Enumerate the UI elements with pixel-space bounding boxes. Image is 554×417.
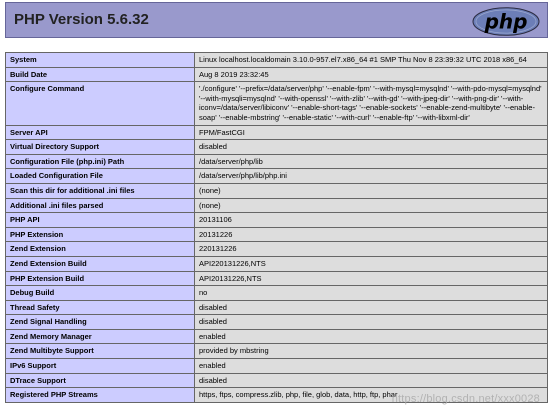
row-value: Aug 8 2019 23:32:45 xyxy=(194,66,548,83)
row-label: PHP Extension Build xyxy=(5,270,195,287)
row-label: Registered PHP Streams xyxy=(5,387,195,403)
row-label: Zend Multibyte Support xyxy=(5,343,195,360)
row-label: Server API xyxy=(5,124,195,141)
row-value: no xyxy=(194,285,548,301)
table-row: Zend Multibyte Support provided by mbstri… xyxy=(5,343,548,360)
php-logo-text: php xyxy=(484,10,528,34)
row-label: PHP API xyxy=(5,212,195,228)
table-row: Loaded Configuration File/data/server/ph… xyxy=(5,168,548,184)
table-row: Additional .ini files parsed (none) xyxy=(5,197,548,214)
row-value: disabled xyxy=(194,314,548,330)
php-logo-icon: php xyxy=(472,7,540,36)
row-label: Build Date xyxy=(5,66,195,83)
row-value: 20131106 xyxy=(194,212,548,228)
row-value: provided by mbstring xyxy=(194,343,548,360)
table-row: PHP API 20131106 xyxy=(5,212,548,228)
row-value: (none) xyxy=(194,197,548,214)
table-row: PHP Extension 20131226 xyxy=(5,226,548,243)
row-value: disabled xyxy=(194,139,548,155)
row-value: (none) xyxy=(194,182,548,199)
row-value: Linux localhost.localdomain 3.10.0-957.e… xyxy=(194,52,548,68)
row-label: Zend Memory Manager xyxy=(5,328,195,345)
row-label: Configuration File (php.ini) Path xyxy=(5,153,195,170)
row-label: Loaded Configuration File xyxy=(5,168,195,184)
table-row: PHP Extension Build API20131226,NTS xyxy=(5,270,548,287)
row-value: API220131226,NTS xyxy=(194,255,548,272)
row-label: Scan this dir for additional .ini files xyxy=(5,182,195,199)
table-row: Server API FPM/FastCGI xyxy=(5,124,548,141)
row-label: IPv6 Support xyxy=(5,358,195,374)
table-row: Zend Extension 220131226 xyxy=(5,241,548,257)
table-row: System Linux localhost.localdomain 3.10.0… xyxy=(5,52,548,68)
table-row: Zend Memory Manager enabled xyxy=(5,328,548,345)
row-label: Configure Command xyxy=(5,81,195,126)
table-row: Build Date Aug 8 2019 23:32:45 xyxy=(5,66,548,83)
row-value: /data/server/php/lib xyxy=(194,153,548,170)
row-label: System xyxy=(5,52,195,68)
page-title: PHP Version 5.6.32 xyxy=(14,11,149,28)
table-row: DTrace Support disabled xyxy=(5,372,548,389)
table-row: Debug Build no xyxy=(5,285,548,301)
row-value: /data/server/php/lib/php.ini xyxy=(194,168,548,184)
row-label: PHP Extension xyxy=(5,226,195,243)
row-value: FPM/FastCGI xyxy=(194,124,548,141)
row-label: Additional .ini files parsed xyxy=(5,197,195,214)
row-value: 220131226 xyxy=(194,241,548,257)
table-row: IPv6 Support enabled xyxy=(5,358,548,374)
watermark-text: https://blog.csdn.net/xxx0028 xyxy=(391,393,540,405)
row-value: API20131226,NTS xyxy=(194,270,548,287)
row-label: Zend Extension Build xyxy=(5,255,195,272)
row-value: disabled xyxy=(194,372,548,389)
row-label: Zend Signal Handling xyxy=(5,314,195,330)
row-value: enabled xyxy=(194,328,548,345)
row-value: disabled xyxy=(194,299,548,316)
table-row: Thread Safety disabled xyxy=(5,299,548,316)
php-info-table: System Linux localhost.localdomain 3.10.0… xyxy=(5,52,548,403)
table-row: Configuration File (php.ini) Path/data/s… xyxy=(5,153,548,170)
table-row: Zend Extension Build API220131226,NTS xyxy=(5,255,548,272)
row-value: enabled xyxy=(194,358,548,374)
table-row: Zend Signal Handling disabled xyxy=(5,314,548,330)
table-row: Virtual Directory Support disabled xyxy=(5,139,548,155)
php-version-header: PHP Version 5.6.32 php xyxy=(5,2,548,38)
row-label: Debug Build xyxy=(5,285,195,301)
table-row: Scan this dir for additional .ini files(… xyxy=(5,182,548,199)
row-label: DTrace Support xyxy=(5,372,195,389)
row-value: './configure' '--prefix=/data/server/php… xyxy=(194,81,548,126)
row-label: Thread Safety xyxy=(5,299,195,316)
row-value: 20131226 xyxy=(194,226,548,243)
row-label: Virtual Directory Support xyxy=(5,139,195,155)
row-label: Zend Extension xyxy=(5,241,195,257)
table-row: Configure Command './configure' '--prefix… xyxy=(5,81,548,126)
